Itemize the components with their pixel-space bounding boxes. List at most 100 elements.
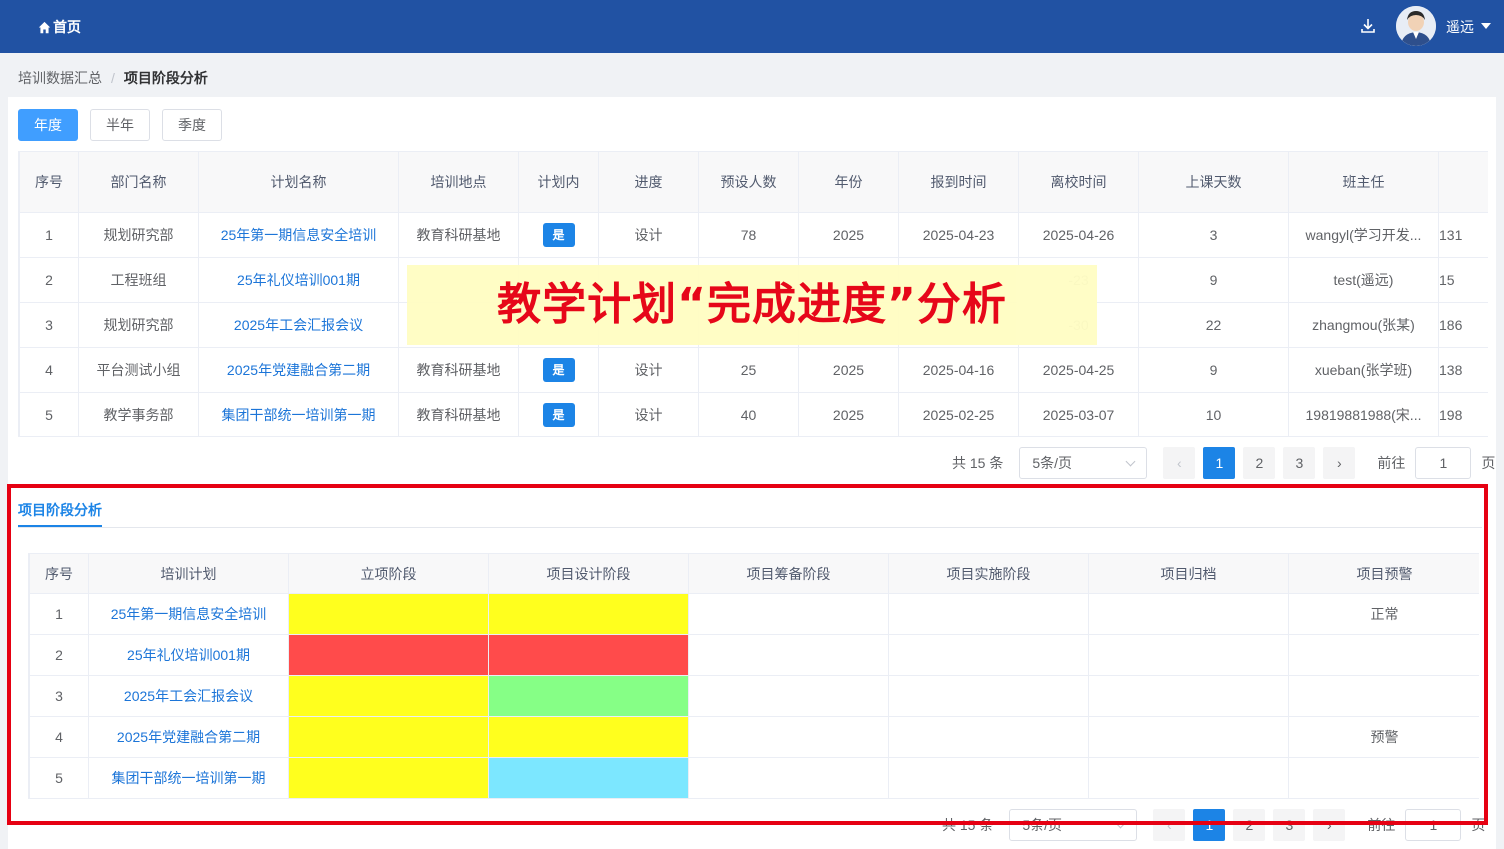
breadcrumb-current: 项目阶段分析 xyxy=(123,70,208,86)
period-half-year-button[interactable]: 半年 xyxy=(90,109,150,141)
stage-status-cell xyxy=(488,757,689,799)
pager-total: 共 15 条 xyxy=(942,817,994,833)
page-unit-label: 页 xyxy=(1481,455,1496,471)
table-row: 2 25年礼仪培训001期 xyxy=(29,634,1479,676)
table-cell: xueban(张学班) xyxy=(1288,347,1439,393)
plan-name-link[interactable]: 25年礼仪培训001期 xyxy=(88,634,289,676)
table-cell: zhangmou(张某) xyxy=(1288,302,1439,348)
warning-status: 正常 xyxy=(1288,593,1479,635)
download-icon[interactable] xyxy=(1359,17,1377,35)
table-cell: 40 xyxy=(698,392,799,436)
stage-status-cell xyxy=(688,675,889,717)
breadcrumb-parent[interactable]: 培训数据汇总 xyxy=(18,68,102,88)
next-page-button[interactable]: › xyxy=(1323,447,1356,479)
stage-status-cell xyxy=(1088,757,1289,799)
page-button-1[interactable]: 1 xyxy=(1203,447,1236,479)
plan-name-link[interactable]: 2025年党建融合第二期 xyxy=(198,347,399,393)
period-year-button[interactable]: 年度 xyxy=(18,109,78,141)
table-cell: 138 xyxy=(1438,347,1488,393)
plan-table-header: 计划内 xyxy=(518,151,599,213)
table-cell: 教育科研基地 xyxy=(398,347,519,393)
in-plan-tag: 是 xyxy=(542,358,575,382)
plan-pagination: 共 15 条 5条/页 ‹ 1 2 3 › 前往 1 页 xyxy=(952,447,1495,479)
plan-table-header: 序号 xyxy=(19,151,79,213)
table-cell: 工程班组 xyxy=(78,257,199,303)
table-cell: 5 xyxy=(19,392,79,436)
table-cell: 设计 xyxy=(598,392,699,436)
plan-name-link[interactable]: 集团干部统一培训第一期 xyxy=(88,757,289,799)
stage-status-cell xyxy=(488,675,689,717)
plan-name-link[interactable]: 集团干部统一培训第一期 xyxy=(198,392,399,436)
table-cell: 2025-04-23 xyxy=(898,212,1019,258)
table-cell: 78 xyxy=(698,212,799,258)
table-cell: 平台测试小组 xyxy=(78,347,199,393)
plan-table-header xyxy=(1438,151,1488,213)
page-button-3[interactable]: 3 xyxy=(1273,809,1306,841)
stage-table-header: 项目设计阶段 xyxy=(488,553,689,594)
prev-page-button[interactable]: ‹ xyxy=(1153,809,1186,841)
table-cell: 设计 xyxy=(598,212,699,258)
page-size-select[interactable]: 5条/页 xyxy=(1019,447,1148,479)
prev-page-button[interactable]: ‹ xyxy=(1163,447,1196,479)
table-cell: 2 xyxy=(19,257,79,303)
goto-label: 前往 xyxy=(1377,455,1406,471)
table-cell: 2025 xyxy=(798,392,899,436)
stage-table-header: 项目归档 xyxy=(1088,553,1289,594)
period-quarter-button[interactable]: 季度 xyxy=(162,109,222,141)
home-link[interactable]: 首页 xyxy=(38,17,81,37)
page-button-1[interactable]: 1 xyxy=(1193,809,1226,841)
stage-status-cell xyxy=(288,757,489,799)
breadcrumb: 培训数据汇总 / 项目阶段分析 xyxy=(18,68,208,88)
next-page-button[interactable]: › xyxy=(1313,809,1346,841)
goto-page-input[interactable]: 1 xyxy=(1405,809,1462,841)
table-row: 5 集团干部统一培训第一期 xyxy=(29,757,1479,799)
plan-name-link[interactable]: 2025年党建融合第二期 xyxy=(88,716,289,758)
stage-status-cell xyxy=(1088,593,1289,635)
table-cell: 131 xyxy=(1438,212,1488,258)
table-cell: 198 xyxy=(1438,392,1488,436)
page-size-select[interactable]: 5条/页 xyxy=(1009,809,1138,841)
page-button-3[interactable]: 3 xyxy=(1283,447,1316,479)
table-cell: wangyl(学习开发... xyxy=(1288,212,1439,258)
plan-name-link[interactable]: 25年第一期信息安全培训 xyxy=(88,593,289,635)
overlay-banner: 教学计划“完成进度”分析 xyxy=(407,265,1097,345)
table-cell: 19819881988(宋... xyxy=(1288,392,1439,436)
caret-down-icon[interactable] xyxy=(1481,23,1491,29)
row-number: 1 xyxy=(29,593,89,635)
table-row: 1 规划研究部 25年第一期信息安全培训 教育科研基地是设计 78 2025 2025-04… xyxy=(19,212,1488,258)
plan-name-link[interactable]: 25年第一期信息安全培训 xyxy=(198,212,399,258)
table-cell: 4 xyxy=(19,347,79,393)
plan-name-link[interactable]: 2025年工会汇报会议 xyxy=(198,302,399,348)
page-button-2[interactable]: 2 xyxy=(1243,447,1276,479)
stage-table-header: 项目筹备阶段 xyxy=(688,553,889,594)
table-row: 5 教学事务部 集团干部统一培训第一期 教育科研基地是设计 40 2025 2025-02-… xyxy=(19,392,1488,436)
username[interactable]: 遥远 xyxy=(1446,17,1474,37)
stage-table-header: 序号 xyxy=(29,553,89,594)
plan-name-link[interactable]: 2025年工会汇报会议 xyxy=(88,675,289,717)
stage-status-cell xyxy=(488,593,689,635)
page-unit-label: 页 xyxy=(1471,817,1486,833)
stage-pagination: 共 15 条 5条/页 ‹ 1 2 3 › 前往 1 页 xyxy=(942,809,1485,841)
stage-status-cell xyxy=(888,716,1089,758)
stage-status-cell xyxy=(288,716,489,758)
warning-status: 预警 xyxy=(1288,716,1479,758)
stage-table-header: 立项阶段 xyxy=(288,553,489,594)
user-avatar[interactable] xyxy=(1396,6,1436,46)
page-button-2[interactable]: 2 xyxy=(1233,809,1266,841)
page-size-value: 5条/页 xyxy=(1022,817,1063,833)
table-cell: 教学事务部 xyxy=(78,392,199,436)
plan-table-header: 班主任 xyxy=(1288,151,1439,213)
breadcrumb-separator: / xyxy=(111,70,115,86)
goto-page-input[interactable]: 1 xyxy=(1415,447,1472,479)
plan-name-link[interactable]: 25年礼仪培训001期 xyxy=(198,257,399,303)
home-label: 首页 xyxy=(53,19,81,35)
stage-status-cell xyxy=(688,716,889,758)
table-cell: 9 xyxy=(1138,347,1289,393)
table-cell: 9 xyxy=(1138,257,1289,303)
stage-status-cell xyxy=(888,675,1089,717)
table-row: 3 2025年工会汇报会议 xyxy=(29,675,1479,717)
chevron-down-icon xyxy=(1125,456,1136,467)
table-row: 1 25年第一期信息安全培训 正常 xyxy=(29,593,1479,635)
stage-status-cell xyxy=(1088,634,1289,676)
tab-stage-analysis[interactable]: 项目阶段分析 xyxy=(18,500,102,520)
